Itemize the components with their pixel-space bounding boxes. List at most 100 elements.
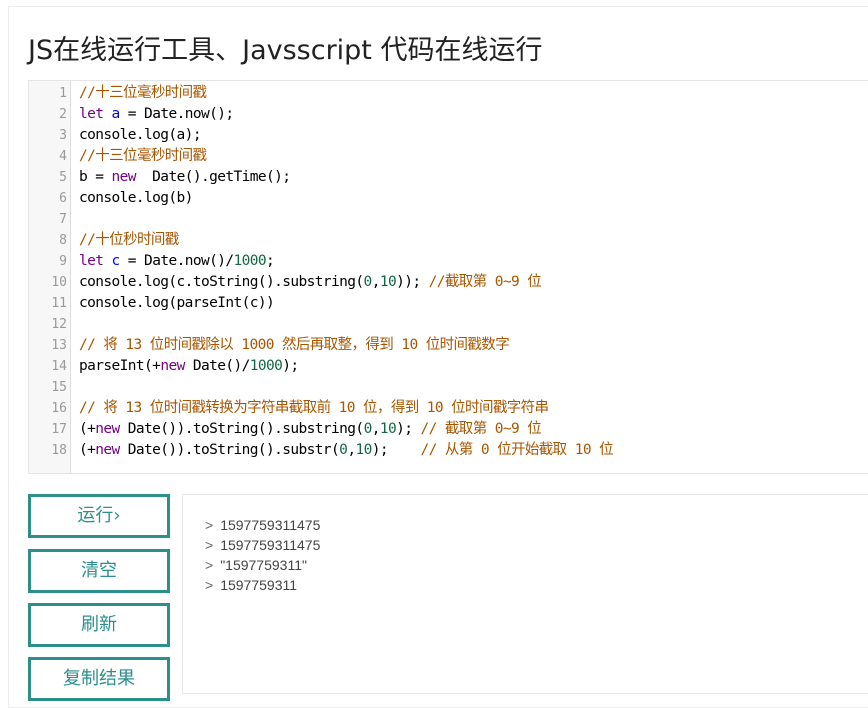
code-line[interactable]: let a = Date.now(); xyxy=(79,104,234,125)
code-token-plain: console.log(a); xyxy=(79,127,202,143)
code-token-keyword: let xyxy=(79,106,104,122)
output-value: 1597759311475 xyxy=(220,517,321,533)
code-token-plain: , xyxy=(371,421,381,437)
line-number: 7 xyxy=(59,212,67,227)
code-token-comment: //十三位毫秒时间戳 xyxy=(79,85,207,101)
line-number: 15 xyxy=(51,380,67,395)
code-line[interactable]: (+new Date()).toString().substr(0,10); /… xyxy=(79,440,614,461)
code-line[interactable]: parseInt(+new Date()/1000); xyxy=(79,356,299,377)
line-number: 6 xyxy=(59,191,67,206)
code-token-plain: console.log(b) xyxy=(79,190,193,206)
line-number: 8 xyxy=(59,233,67,248)
code-token-comment: // 将 13 位时间戳除以 1000 然后再取整，得到 10 位时间戳数字 xyxy=(79,337,510,353)
code-token-number: 1000 xyxy=(249,358,283,374)
output-line: >1597759311475 xyxy=(205,535,320,555)
code-token-plain: Date()/ xyxy=(184,358,251,374)
code-token-keyword: new xyxy=(95,421,120,437)
output-line: >1597759311 xyxy=(205,575,297,595)
code-line[interactable]: b = new Date().getTime(); xyxy=(79,167,291,188)
code-token-number: 0 xyxy=(363,421,373,437)
code-area[interactable]: //十三位毫秒时间戳 let a = Date.now(); console.log… xyxy=(71,81,868,473)
code-line[interactable]: let c = Date.now()/1000; xyxy=(79,251,275,272)
line-number: 10 xyxy=(51,275,67,290)
output-value: "1597759311" xyxy=(220,557,307,573)
code-line[interactable]: (+new Date()).toString().substring(0,10)… xyxy=(79,419,542,440)
code-token-number: 0 xyxy=(363,274,373,290)
line-number: 11 xyxy=(51,296,67,311)
line-number: 17 xyxy=(51,422,67,437)
code-token-plain: (+ xyxy=(79,442,96,458)
code-token-comment: //十位秒时间戳 xyxy=(79,232,179,248)
output-prompt-icon: > xyxy=(205,557,214,573)
line-number: 2 xyxy=(59,107,67,122)
code-line[interactable]: console.log(b) xyxy=(79,188,193,209)
code-line[interactable]: console.log(c.toString().substring(0,10)… xyxy=(79,272,542,293)
output-value: 1597759311 xyxy=(220,577,298,593)
code-token-number: 10 xyxy=(379,274,397,290)
output-prompt-icon: > xyxy=(205,577,214,593)
line-number: 12 xyxy=(51,317,67,332)
code-line[interactable]: console.log(a); xyxy=(79,125,202,146)
code-token-plain: Date()).toString().substring( xyxy=(119,421,364,437)
code-token-plain: ); xyxy=(396,421,421,437)
code-token-plain: parseInt(+ xyxy=(79,358,161,374)
code-token-plain: console.log(parseInt(c)) xyxy=(79,295,275,311)
code-token-plain: console.log(c.toString().substring( xyxy=(79,274,364,290)
line-number: 14 xyxy=(51,359,67,374)
code-token-plain: )); xyxy=(396,274,429,290)
code-token-plain: ; xyxy=(266,253,275,269)
line-number: 18 xyxy=(51,443,67,458)
code-token-comment: // 将 13 位时间戳转换为字符串截取前 10 位，得到 10 位时间戳字符串 xyxy=(79,400,549,416)
output-prompt-icon: > xyxy=(205,537,214,553)
line-number: 3 xyxy=(59,128,67,143)
copy-result-button[interactable]: 复制结果 xyxy=(28,657,170,701)
code-token-keyword: let xyxy=(79,253,104,269)
code-token-comment: // 截取第 0~9 位 xyxy=(420,421,542,437)
code-token-number: 10 xyxy=(379,421,397,437)
line-number: 16 xyxy=(51,401,67,416)
run-button[interactable]: 运行› xyxy=(28,494,170,538)
code-token-plain: = Date.now()/ xyxy=(119,253,234,269)
code-line[interactable]: //十三位毫秒时间戳 xyxy=(79,83,207,104)
line-number: 1 xyxy=(59,86,67,101)
page-title: JS在线运行工具、Javsscript 代码在线运行 xyxy=(28,35,543,66)
code-token-comment: //十三位毫秒时间戳 xyxy=(79,148,207,164)
code-token-number: 1000 xyxy=(233,253,267,269)
clear-button[interactable]: 清空 xyxy=(28,549,170,593)
code-line[interactable]: console.log(parseInt(c)) xyxy=(79,293,275,314)
output-line: > "1597759311" xyxy=(205,555,307,575)
line-number-gutter: 1 2 3 4 5 6 7 8 9 10 11 12 13 14 15 16 17 18 xyxy=(29,81,71,473)
line-number: 4 xyxy=(59,149,67,164)
code-token-plain: Date()).toString().substr( xyxy=(119,442,340,458)
code-token-comment: // 从第 0 位开始截取 10 位 xyxy=(420,442,614,458)
line-number: 5 xyxy=(59,170,67,185)
line-number: 9 xyxy=(59,254,67,269)
code-token-plain: ); xyxy=(282,358,299,374)
refresh-button[interactable]: 刷新 xyxy=(28,603,170,647)
code-token-plain: (+ xyxy=(79,421,96,437)
output-prompt-icon: > xyxy=(205,517,214,533)
code-token-keyword: new xyxy=(160,358,185,374)
code-token-number: 10 xyxy=(355,442,372,458)
code-token-plain: = Date.now(); xyxy=(119,106,234,122)
code-line[interactable]: // 将 13 位时间戳转换为字符串截取前 10 位，得到 10 位时间戳字符串 xyxy=(79,398,549,419)
code-token-keyword: new xyxy=(111,169,137,185)
code-line[interactable]: //十三位毫秒时间戳 xyxy=(79,146,207,167)
code-token-comment: //截取第 0~9 位 xyxy=(428,274,542,290)
output-value: 1597759311475 xyxy=(220,537,321,553)
code-line[interactable]: //十位秒时间戳 xyxy=(79,230,179,251)
code-token-def: c xyxy=(111,253,121,269)
code-token-plain: ); xyxy=(371,442,421,458)
code-token-plain: , xyxy=(371,274,381,290)
output-console: >1597759311475 >1597759311475 > "1597759311… xyxy=(182,494,868,694)
code-token-def: a xyxy=(111,106,121,122)
code-token-keyword: new xyxy=(95,442,120,458)
output-line: >1597759311475 xyxy=(205,515,320,535)
code-editor[interactable]: 1 2 3 4 5 6 7 8 9 10 11 12 13 14 15 16 17 18 //十三位毫秒时间戳 le… xyxy=(28,80,868,474)
line-number: 13 xyxy=(51,338,67,353)
code-token-plain: b = xyxy=(79,169,112,185)
code-token-plain: Date().getTime(); xyxy=(135,169,291,185)
code-line[interactable]: // 将 13 位时间戳除以 1000 然后再取整，得到 10 位时间戳数字 xyxy=(79,335,510,356)
